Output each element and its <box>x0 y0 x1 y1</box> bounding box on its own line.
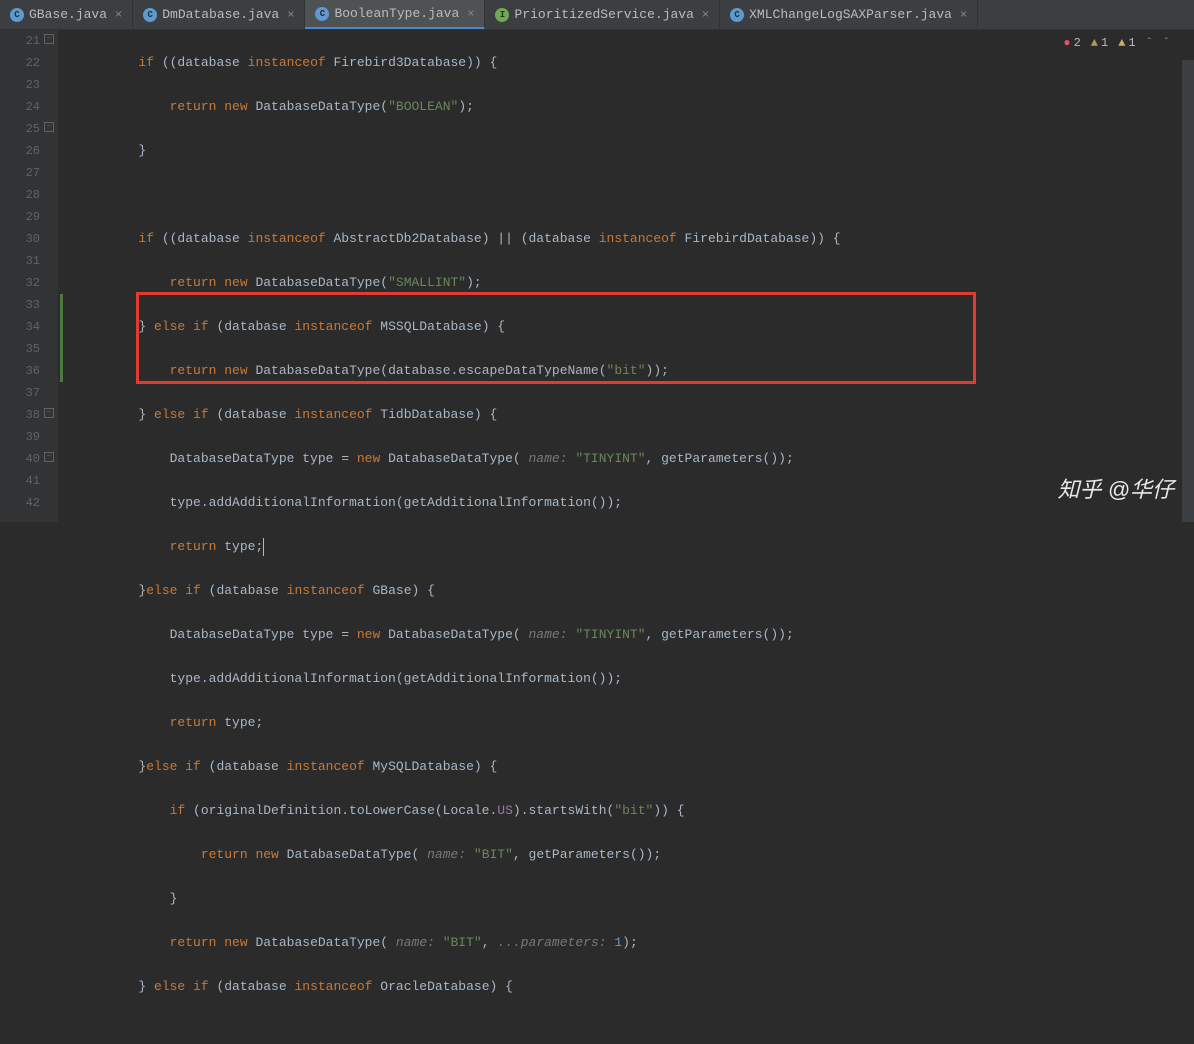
close-icon[interactable]: × <box>467 7 474 21</box>
line-number[interactable]: 36 <box>0 360 40 382</box>
line-number[interactable]: 32 <box>0 272 40 294</box>
code-content[interactable]: if ((database instanceof Firebird3Databa… <box>58 30 1194 522</box>
class-icon: C <box>315 7 329 21</box>
warning-icon: ▲ <box>1091 36 1098 50</box>
line-number[interactable]: 29 <box>0 206 40 228</box>
line-number[interactable]: 23 <box>0 74 40 96</box>
close-icon[interactable]: × <box>960 8 967 22</box>
fold-icon[interactable]: − <box>44 34 54 44</box>
line-number[interactable]: 30 <box>0 228 40 250</box>
tab-label: DmDatabase.java <box>162 7 279 22</box>
line-number[interactable]: 39 <box>0 426 40 448</box>
line-number[interactable]: 40− <box>0 448 40 470</box>
line-number[interactable]: 35 <box>0 338 40 360</box>
line-number[interactable]: 21− <box>0 30 40 52</box>
warning-count: 1 <box>1101 36 1108 50</box>
class-icon: C <box>143 8 157 22</box>
tab-gbase[interactable]: C GBase.java × <box>0 0 133 29</box>
line-number[interactable]: 38− <box>0 404 40 426</box>
editor-area: 21− 22 23 24 25− 26 27 28 29 30 31 32 33… <box>0 30 1194 522</box>
tab-xmlparser[interactable]: C XMLChangeLogSAXParser.java × <box>720 0 978 29</box>
line-number[interactable]: 26 <box>0 140 40 162</box>
line-number[interactable]: 41 <box>0 470 40 492</box>
class-icon: C <box>10 8 24 22</box>
line-number[interactable]: 31 <box>0 250 40 272</box>
line-number[interactable]: 42 <box>0 492 40 514</box>
line-number[interactable]: 34 <box>0 316 40 338</box>
line-number[interactable]: 37 <box>0 382 40 404</box>
caret <box>263 538 264 556</box>
close-icon[interactable]: × <box>702 8 709 22</box>
tab-booleantype[interactable]: C BooleanType.java × <box>305 0 485 29</box>
tab-label: GBase.java <box>29 7 107 22</box>
interface-icon: I <box>495 8 509 22</box>
error-icon: ● <box>1063 36 1070 50</box>
close-icon[interactable]: × <box>115 8 122 22</box>
chevron-up-icon[interactable]: ˆ <box>1146 36 1153 50</box>
class-icon: C <box>730 8 744 22</box>
fold-icon[interactable]: − <box>44 452 54 462</box>
line-number[interactable]: 22 <box>0 52 40 74</box>
close-icon[interactable]: × <box>287 8 294 22</box>
line-number[interactable]: 25− <box>0 118 40 140</box>
tab-dmdatabase[interactable]: C DmDatabase.java × <box>133 0 305 29</box>
watermark: 知乎 @华仔 <box>1058 472 1174 504</box>
tab-label: XMLChangeLogSAXParser.java <box>749 7 952 22</box>
line-number[interactable]: 27 <box>0 162 40 184</box>
chevron-down-icon[interactable]: ˇ <box>1163 36 1170 50</box>
fold-icon[interactable]: − <box>44 122 54 132</box>
tab-label: PrioritizedService.java <box>514 7 693 22</box>
tab-label: BooleanType.java <box>334 6 459 21</box>
line-number[interactable]: 24 <box>0 96 40 118</box>
inspections-widget[interactable]: ●2 ▲1 ▲1 ˆ ˇ <box>1063 36 1170 50</box>
scrollbar[interactable] <box>1182 60 1194 522</box>
gutter: 21− 22 23 24 25− 26 27 28 29 30 31 32 33… <box>0 30 58 522</box>
editor-tabs: C GBase.java × C DmDatabase.java × C Boo… <box>0 0 1194 30</box>
fold-icon[interactable]: − <box>44 408 54 418</box>
tab-prioritizedservice[interactable]: I PrioritizedService.java × <box>485 0 720 29</box>
line-number[interactable]: 28 <box>0 184 40 206</box>
weak-warning-icon: ▲ <box>1118 36 1125 50</box>
error-count: 2 <box>1074 36 1081 50</box>
line-number[interactable]: 33 <box>0 294 40 316</box>
weak-warning-count: 1 <box>1128 36 1135 50</box>
